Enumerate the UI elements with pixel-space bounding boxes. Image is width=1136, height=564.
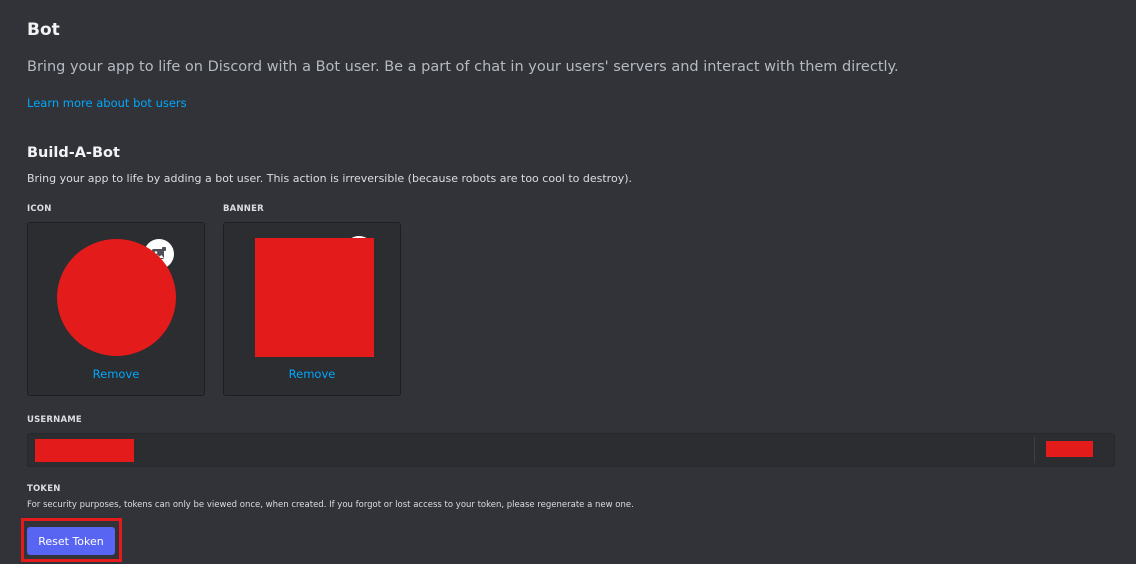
banner-image-redacted (255, 238, 374, 357)
page-subtitle: Bring your app to life on Discord with a… (27, 59, 899, 75)
page-title: Bot (27, 20, 60, 40)
token-label: TOKEN (27, 484, 61, 494)
banner-upload[interactable]: Remove (223, 222, 401, 396)
build-a-bot-title: Build-A-Bot (27, 145, 120, 161)
username-suffix-redacted (1046, 441, 1093, 457)
username-label: USERNAME (27, 415, 82, 425)
learn-more-link[interactable]: Learn more about bot users (27, 96, 187, 110)
input-divider (1034, 437, 1035, 463)
remove-banner-link[interactable]: Remove (224, 367, 400, 381)
icon-image-redacted (57, 239, 176, 356)
build-a-bot-description: Bring your app to life by adding a bot u… (27, 172, 632, 185)
username-field[interactable] (27, 433, 1115, 467)
icon-label: ICON (27, 204, 52, 214)
icon-upload[interactable]: Remove (27, 222, 205, 396)
reset-token-button[interactable]: Reset Token (27, 527, 115, 555)
token-description: For security purposes, tokens can only b… (27, 500, 634, 510)
remove-icon-link[interactable]: Remove (28, 367, 204, 381)
bot-settings-page: Bot Bring your app to life on Discord wi… (0, 0, 1136, 564)
banner-label: BANNER (223, 204, 264, 214)
username-value-redacted (35, 439, 134, 462)
